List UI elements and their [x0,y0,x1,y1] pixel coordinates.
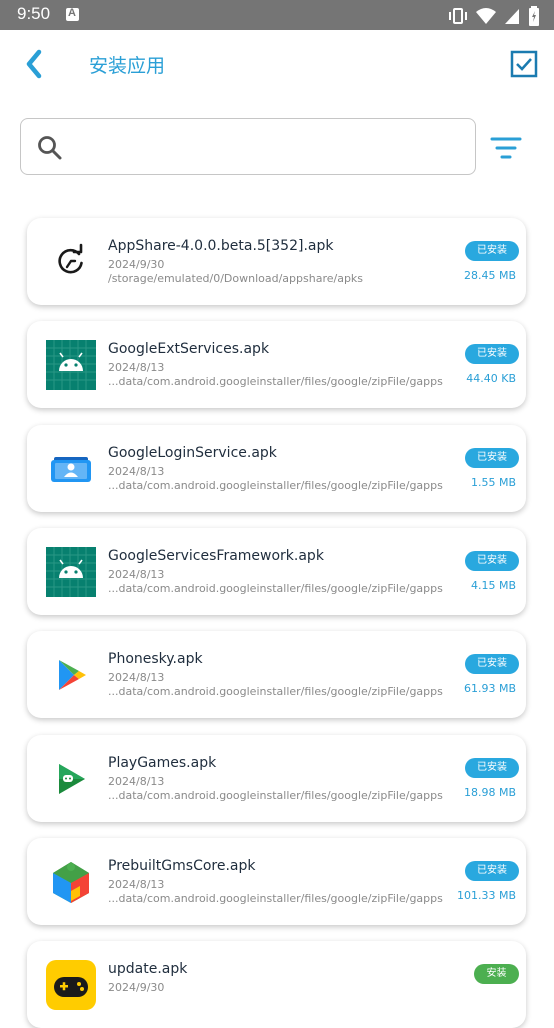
play-services-icon [46,857,96,907]
status-icons [448,6,540,26]
apk-date: 2024/8/13 [108,775,165,788]
apk-date: 2024/8/13 [108,671,165,684]
apk-name: GoogleExtServices.apk [108,341,270,357]
status-time: 9:50 [17,4,51,23]
wifi-icon [476,8,496,24]
play-store-icon [46,650,96,700]
chevron-left-icon [26,49,42,79]
apk-list-item[interactable]: GoogleExtServices.apk 2024/8/13 ...data/… [27,321,526,408]
apk-date: 2024/9/30 [108,981,165,994]
filter-button[interactable] [490,135,522,161]
apk-path: ...data/com.android.googleinstaller/file… [108,582,443,595]
checkbox-icon [510,50,538,78]
apk-list-item[interactable]: PlayGames.apk 2024/8/13 ...data/com.andr… [27,735,526,822]
apk-name: PlayGames.apk [108,755,217,771]
apk-list-item[interactable]: GoogleLoginService.apk 2024/8/13 ...data… [27,425,526,512]
apk-date: 2024/9/30 [108,258,165,271]
apk-list-item[interactable]: Phonesky.apk 2024/8/13 ...data/com.andro… [27,631,526,718]
apk-name: GoogleServicesFramework.apk [108,548,324,564]
play-games-icon [46,754,96,804]
install-button[interactable]: 安装 [474,964,519,984]
account-icon [46,444,96,494]
apk-path: ...data/com.android.googleinstaller/file… [108,789,443,802]
gamepad-icon [46,960,96,1010]
status-badge[interactable]: 已安装 [465,241,519,261]
apk-size: 44.40 KB [466,372,516,385]
apk-name: PrebuiltGmsCore.apk [108,858,256,874]
status-badge[interactable]: 已安装 [465,551,519,571]
status-badge[interactable]: 已安装 [465,758,519,778]
status-badge[interactable]: 已安装 [465,448,519,468]
notification-a-icon: A [66,7,79,21]
apk-path: ...data/com.android.googleinstaller/file… [108,892,443,905]
apk-size: 1.55 MB [470,476,516,489]
apk-date: 2024/8/13 [108,361,165,374]
status-badge[interactable]: 已安装 [465,861,519,881]
apk-name: update.apk [108,961,188,977]
apk-name: AppShare-4.0.0.beta.5[352].apk [108,238,334,254]
apk-size: 61.93 MB [463,682,516,695]
apk-path: ...data/com.android.googleinstaller/file… [108,375,443,388]
android-icon [46,340,96,390]
apk-list-item[interactable]: AppShare-4.0.0.beta.5[352].apk 2024/9/30… [27,218,526,305]
apk-size: 101.33 MB [456,889,516,902]
apk-list-item[interactable]: PrebuiltGmsCore.apk 2024/8/13 ...data/co… [27,838,526,925]
battery-icon [529,6,539,26]
filter-icon [490,137,522,159]
status-bar: 9:50 A [0,0,554,30]
apk-size: 4.15 MB [470,579,516,592]
search-icon [38,136,62,160]
apk-path: /storage/emulated/0/Download/appshare/ap… [108,272,364,285]
app-bar: 安装应用 [0,30,554,98]
apk-date: 2024/8/13 [108,568,165,581]
page-title: 安装应用 [89,55,166,77]
apk-date: 2024/8/13 [108,465,165,478]
apk-list-item[interactable]: GoogleServicesFramework.apk 2024/8/13 ..… [27,528,526,615]
status-badge[interactable]: 已安装 [465,344,519,364]
status-badge[interactable]: 已安装 [465,654,519,674]
search-input[interactable] [79,129,463,167]
back-button[interactable] [20,48,50,80]
apk-name: Phonesky.apk [108,651,203,667]
apk-size: 18.98 MB [463,786,516,799]
apk-name: GoogleLoginService.apk [108,445,277,461]
apk-size: 28.45 MB [463,269,516,282]
android-icon [46,547,96,597]
apk-path: ...data/com.android.googleinstaller/file… [108,479,443,492]
select-all-button[interactable] [510,50,538,78]
apk-list-item[interactable]: update.apk 2024/9/30 安装 [27,941,526,1028]
search-box[interactable] [20,118,476,175]
refresh-icon [46,237,96,287]
apk-path: ...data/com.android.googleinstaller/file… [108,685,443,698]
vibrate-icon [449,8,467,24]
apk-date: 2024/8/13 [108,878,165,891]
signal-icon [505,9,519,24]
